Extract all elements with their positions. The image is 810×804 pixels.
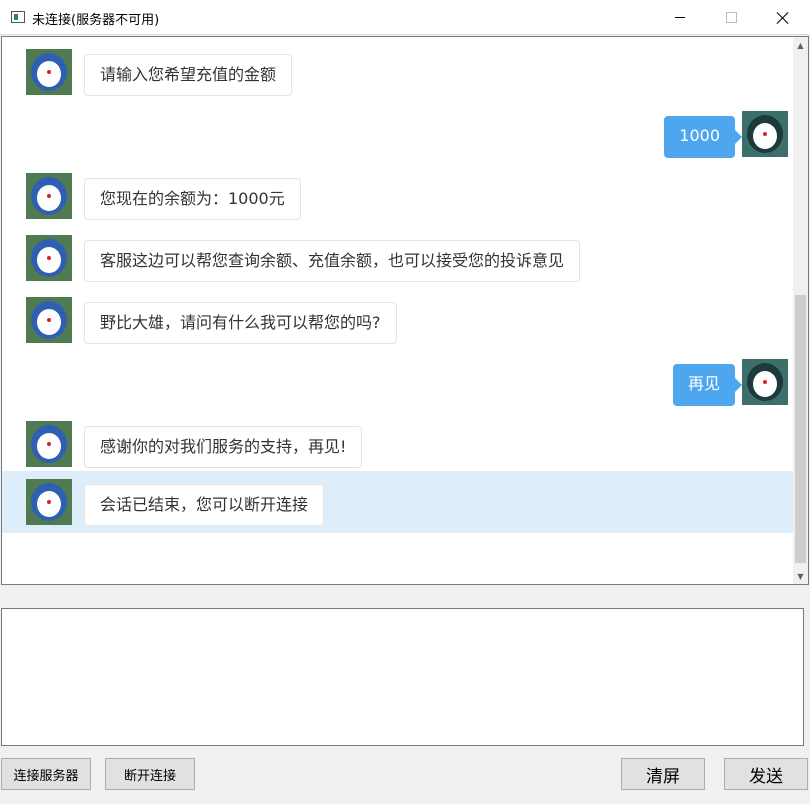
message-bubble: 客服这边可以帮您查询余额、充值余额，也可以接受您的投诉意见 [84,240,581,282]
clear-screen-button[interactable]: 清屏 [621,758,705,790]
connect-server-button[interactable]: 连接服务器 [1,758,91,790]
doraemon-avatar-icon [26,235,72,281]
maximize-icon [725,12,737,23]
chat-message: 客服这边可以帮您查询余额、充值余额，也可以接受您的投诉意见 [2,227,794,289]
disconnect-button[interactable]: 断开连接 [105,758,195,790]
chat-history[interactable]: 请输入您希望充值的金额 1000 您现在的余额为：1000元 客服这边可以帮您查… [1,36,809,585]
chat-scrollbar[interactable]: ▲ ▼ [793,37,808,584]
title-bar: 未连接(服务器不可用) [0,0,810,35]
message-bubble: 野比大雄，请问有什么我可以帮您的吗? [84,302,397,344]
message-bubble: 再见 [672,364,743,406]
chat-message: 请输入您希望充值的金额 [2,41,794,103]
maximize-button[interactable] [708,0,754,35]
app-icon [11,11,25,23]
doraemon-avatar-icon [26,49,72,95]
doraemon-avatar-icon [26,297,72,343]
scroll-down-icon[interactable]: ▼ [793,568,808,584]
chat-message: 您现在的余额为：1000元 [2,165,794,227]
window-title: 未连接(服务器不可用) [32,13,160,28]
doraemon-avatar-icon [26,421,72,467]
message-input[interactable] [1,608,804,746]
doraemon-avatar-icon [26,173,72,219]
user-avatar-icon [742,359,788,405]
scrollbar-thumb[interactable] [795,295,806,563]
close-icon [777,12,789,24]
message-bubble: 请输入您希望充值的金额 [84,54,293,96]
chat-message: 野比大雄，请问有什么我可以帮您的吗? [2,289,794,351]
scroll-up-icon[interactable]: ▲ [793,37,808,53]
minimize-icon [675,17,685,18]
chat-message-selected[interactable]: 会话已结束，您可以断开连接 [2,471,794,533]
chat-message: 感谢你的对我们服务的支持，再见! [2,413,794,475]
minimize-button[interactable] [657,0,703,35]
message-bubble: 会话已结束，您可以断开连接 [84,484,325,526]
chat-message: 再见 [2,351,794,413]
message-bubble: 感谢你的对我们服务的支持，再见! [84,426,363,468]
message-bubble: 您现在的余额为：1000元 [84,178,301,220]
doraemon-avatar-icon [26,479,72,525]
message-bubble: 1000 [664,116,742,158]
user-avatar-icon [742,111,788,157]
close-button[interactable] [760,0,806,35]
send-button[interactable]: 发送 [724,758,808,790]
chat-message: 1000 [2,103,794,165]
